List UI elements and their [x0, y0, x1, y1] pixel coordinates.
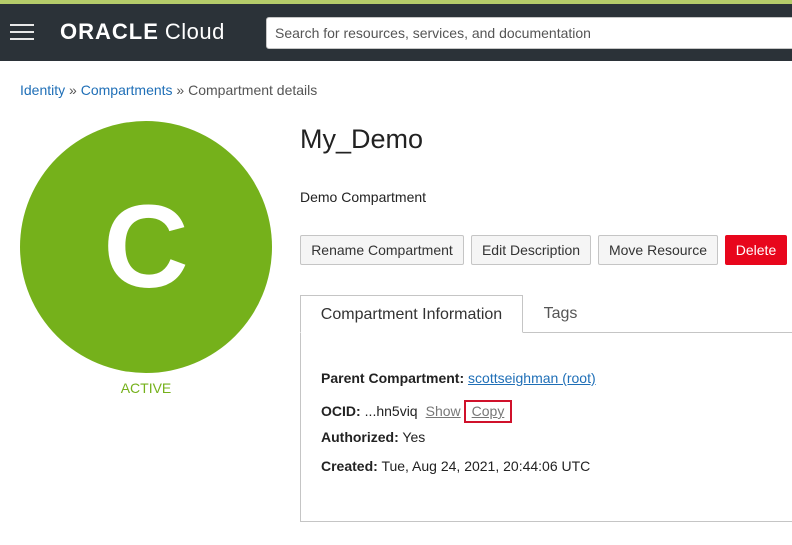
breadcrumb-compartments[interactable]: Compartments	[81, 82, 173, 98]
breadcrumb-separator: »	[69, 82, 77, 98]
top-navigation-bar: ORACLE Cloud	[0, 4, 792, 61]
ocid-value: ...hn5viq	[364, 403, 418, 419]
copy-ocid-link[interactable]: Copy	[463, 400, 513, 423]
hamburger-menu-icon[interactable]	[10, 24, 34, 42]
authorized-value: Yes	[402, 429, 426, 445]
parent-compartment-link[interactable]: scottseighman (root)	[468, 370, 596, 386]
compartment-description: Demo Compartment	[300, 189, 427, 205]
search-input[interactable]	[266, 17, 792, 49]
edit-description-button[interactable]: Edit Description	[471, 235, 591, 265]
created-row: Created: Tue, Aug 24, 2021, 20:44:06 UTC	[321, 458, 590, 474]
page-title: My_Demo	[300, 124, 424, 154]
breadcrumb-identity[interactable]: Identity	[20, 82, 65, 98]
authorized-label: Authorized:	[321, 429, 399, 445]
logo-product: Cloud	[164, 19, 225, 44]
status-label: ACTIVE	[120, 380, 172, 396]
parent-compartment-label: Parent Compartment:	[321, 370, 465, 386]
rename-compartment-button[interactable]: Rename Compartment	[300, 235, 464, 265]
created-value: Tue, Aug 24, 2021, 20:44:06 UTC	[381, 458, 591, 474]
move-resource-button[interactable]: Move Resource	[598, 235, 718, 265]
compartment-avatar: C	[20, 121, 272, 373]
oracle-cloud-logo[interactable]: ORACLE Cloud	[60, 17, 225, 47]
logo-brand: ORACLE	[60, 19, 159, 44]
show-ocid-link[interactable]: Show	[426, 403, 461, 419]
breadcrumb-separator: »	[176, 82, 185, 98]
ocid-row: OCID: ...hn5viq Show Copy	[321, 400, 513, 423]
avatar-letter: C	[103, 181, 189, 313]
tab-compartment-information[interactable]: Compartment Information	[300, 295, 523, 333]
breadcrumb-current: Compartment details	[188, 82, 318, 98]
tab-tags[interactable]: Tags	[523, 295, 598, 333]
compartment-info-panel	[300, 332, 792, 522]
ocid-label: OCID:	[321, 403, 361, 419]
parent-compartment-row: Parent Compartment: scottseighman (root)	[321, 370, 596, 386]
breadcrumb: Identity » Compartments » Compartment de…	[20, 82, 317, 98]
created-label: Created:	[321, 458, 378, 474]
authorized-row: Authorized: Yes	[321, 429, 425, 445]
delete-button[interactable]: Delete	[725, 235, 787, 265]
